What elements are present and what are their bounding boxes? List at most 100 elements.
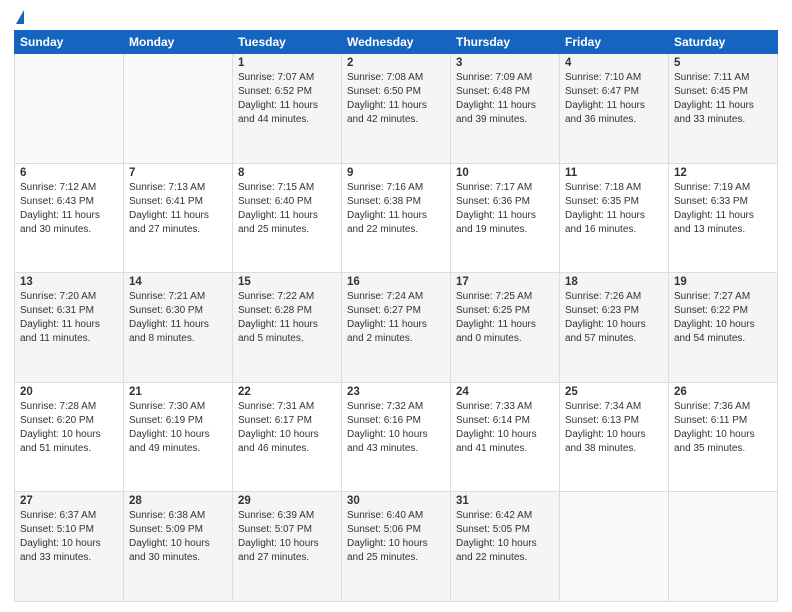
calendar-cell xyxy=(15,54,124,164)
day-number: 24 xyxy=(456,386,554,398)
calendar-cell: 13 Sunrise: 7:20 AM Sunset: 6:31 PM Dayli… xyxy=(15,273,124,383)
day-number: 29 xyxy=(238,495,336,507)
calendar-week-row: 20 Sunrise: 7:28 AM Sunset: 6:20 PM Dayli… xyxy=(15,382,778,492)
calendar-cell: 26 Sunrise: 7:36 AM Sunset: 6:11 PM Dayli… xyxy=(669,382,778,492)
day-number: 21 xyxy=(129,386,227,398)
calendar-header-row: SundayMondayTuesdayWednesdayThursdayFrid… xyxy=(15,31,778,54)
day-info: Sunrise: 7:07 AM Sunset: 6:52 PM Dayligh… xyxy=(238,71,336,127)
day-number: 18 xyxy=(565,276,663,288)
day-info: Sunrise: 7:15 AM Sunset: 6:40 PM Dayligh… xyxy=(238,181,336,237)
calendar-cell: 7Sunrise: 7:13 AM Sunset: 6:41 PM Daylig… xyxy=(124,163,233,273)
day-number: 2 xyxy=(347,57,445,69)
calendar-cell: 12 Sunrise: 7:19 AM Sunset: 6:33 PM Dayli… xyxy=(669,163,778,273)
day-info: Sunrise: 7:21 AM Sunset: 6:30 PM Dayligh… xyxy=(129,290,227,346)
calendar-cell: 10Sunrise: 7:17 AM Sunset: 6:36 PM Dayli… xyxy=(451,163,560,273)
calendar-cell: 31 Sunrise: 6:42 AM Sunset: 5:05 PM Dayli… xyxy=(451,492,560,602)
calendar-cell: 4 Sunrise: 7:10 AM Sunset: 6:47 PM Daylig… xyxy=(560,54,669,164)
day-number: 25 xyxy=(565,386,663,398)
day-info: Sunrise: 7:16 AM Sunset: 6:38 PM Dayligh… xyxy=(347,181,445,237)
day-number: 28 xyxy=(129,495,227,507)
day-info: Sunrise: 7:22 AM Sunset: 6:28 PM Dayligh… xyxy=(238,290,336,346)
weekday-header: Wednesday xyxy=(342,31,451,54)
calendar-cell: 21 Sunrise: 7:30 AM Sunset: 6:19 PM Dayli… xyxy=(124,382,233,492)
day-info: Sunrise: 7:34 AM Sunset: 6:13 PM Dayligh… xyxy=(565,400,663,456)
day-number: 12 xyxy=(674,167,772,179)
day-number: 27 xyxy=(20,495,118,507)
day-number: 14 xyxy=(129,276,227,288)
day-number: 3 xyxy=(456,57,554,69)
day-info: Sunrise: 7:36 AM Sunset: 6:11 PM Dayligh… xyxy=(674,400,772,456)
day-info: Sunrise: 7:30 AM Sunset: 6:19 PM Dayligh… xyxy=(129,400,227,456)
day-number: 17 xyxy=(456,276,554,288)
day-number: 20 xyxy=(20,386,118,398)
day-info: Sunrise: 7:12 AM Sunset: 6:43 PM Dayligh… xyxy=(20,181,118,237)
calendar-week-row: 1 Sunrise: 7:07 AM Sunset: 6:52 PM Daylig… xyxy=(15,54,778,164)
calendar-cell: 5 Sunrise: 7:11 AM Sunset: 6:45 PM Daylig… xyxy=(669,54,778,164)
calendar-cell: 23Sunrise: 7:32 AM Sunset: 6:16 PM Dayli… xyxy=(342,382,451,492)
day-info: Sunrise: 7:13 AM Sunset: 6:41 PM Dayligh… xyxy=(129,181,227,237)
day-number: 16 xyxy=(347,276,445,288)
weekday-header: Friday xyxy=(560,31,669,54)
calendar-week-row: 27Sunrise: 6:37 AM Sunset: 5:10 PM Dayli… xyxy=(15,492,778,602)
calendar-cell: 14 Sunrise: 7:21 AM Sunset: 6:30 PM Dayli… xyxy=(124,273,233,383)
day-number: 5 xyxy=(674,57,772,69)
day-info: Sunrise: 6:38 AM Sunset: 5:09 PM Dayligh… xyxy=(129,509,227,565)
day-number: 22 xyxy=(238,386,336,398)
calendar-cell: 15 Sunrise: 7:22 AM Sunset: 6:28 PM Dayli… xyxy=(233,273,342,383)
calendar-cell: 25 Sunrise: 7:34 AM Sunset: 6:13 PM Dayli… xyxy=(560,382,669,492)
calendar-cell: 29Sunrise: 6:39 AM Sunset: 5:07 PM Dayli… xyxy=(233,492,342,602)
day-info: Sunrise: 7:19 AM Sunset: 6:33 PM Dayligh… xyxy=(674,181,772,237)
header xyxy=(14,10,778,24)
calendar-cell: 1 Sunrise: 7:07 AM Sunset: 6:52 PM Daylig… xyxy=(233,54,342,164)
day-number: 6 xyxy=(20,167,118,179)
day-info: Sunrise: 7:08 AM Sunset: 6:50 PM Dayligh… xyxy=(347,71,445,127)
calendar-cell: 20 Sunrise: 7:28 AM Sunset: 6:20 PM Dayli… xyxy=(15,382,124,492)
calendar-cell: 8Sunrise: 7:15 AM Sunset: 6:40 PM Daylig… xyxy=(233,163,342,273)
day-info: Sunrise: 7:28 AM Sunset: 6:20 PM Dayligh… xyxy=(20,400,118,456)
day-info: Sunrise: 7:10 AM Sunset: 6:47 PM Dayligh… xyxy=(565,71,663,127)
day-number: 11 xyxy=(565,167,663,179)
day-info: Sunrise: 7:17 AM Sunset: 6:36 PM Dayligh… xyxy=(456,181,554,237)
calendar-cell: 16 Sunrise: 7:24 AM Sunset: 6:27 PM Dayli… xyxy=(342,273,451,383)
day-number: 31 xyxy=(456,495,554,507)
calendar-cell xyxy=(560,492,669,602)
weekday-header: Saturday xyxy=(669,31,778,54)
day-info: Sunrise: 7:33 AM Sunset: 6:14 PM Dayligh… xyxy=(456,400,554,456)
day-info: Sunrise: 6:40 AM Sunset: 5:06 PM Dayligh… xyxy=(347,509,445,565)
logo-icon xyxy=(16,10,24,24)
day-info: Sunrise: 7:11 AM Sunset: 6:45 PM Dayligh… xyxy=(674,71,772,127)
calendar-cell: 9 Sunrise: 7:16 AM Sunset: 6:38 PM Daylig… xyxy=(342,163,451,273)
day-number: 1 xyxy=(238,57,336,69)
day-number: 15 xyxy=(238,276,336,288)
calendar-cell: 2 Sunrise: 7:08 AM Sunset: 6:50 PM Daylig… xyxy=(342,54,451,164)
calendar-cell: 17 Sunrise: 7:25 AM Sunset: 6:25 PM Dayli… xyxy=(451,273,560,383)
calendar-cell xyxy=(669,492,778,602)
day-number: 26 xyxy=(674,386,772,398)
day-info: Sunrise: 7:31 AM Sunset: 6:17 PM Dayligh… xyxy=(238,400,336,456)
day-number: 4 xyxy=(565,57,663,69)
day-number: 19 xyxy=(674,276,772,288)
calendar-cell: 6 Sunrise: 7:12 AM Sunset: 6:43 PM Daylig… xyxy=(15,163,124,273)
weekday-header: Thursday xyxy=(451,31,560,54)
page: SundayMondayTuesdayWednesdayThursdayFrid… xyxy=(0,0,792,612)
day-info: Sunrise: 6:42 AM Sunset: 5:05 PM Dayligh… xyxy=(456,509,554,565)
calendar-cell: 3Sunrise: 7:09 AM Sunset: 6:48 PM Daylig… xyxy=(451,54,560,164)
day-number: 23 xyxy=(347,386,445,398)
day-info: Sunrise: 7:25 AM Sunset: 6:25 PM Dayligh… xyxy=(456,290,554,346)
calendar-cell: 22 Sunrise: 7:31 AM Sunset: 6:17 PM Dayli… xyxy=(233,382,342,492)
day-number: 13 xyxy=(20,276,118,288)
weekday-header: Sunday xyxy=(15,31,124,54)
weekday-header: Tuesday xyxy=(233,31,342,54)
calendar-cell: 11Sunrise: 7:18 AM Sunset: 6:35 PM Dayli… xyxy=(560,163,669,273)
day-info: Sunrise: 7:27 AM Sunset: 6:22 PM Dayligh… xyxy=(674,290,772,346)
day-info: Sunrise: 7:24 AM Sunset: 6:27 PM Dayligh… xyxy=(347,290,445,346)
day-number: 9 xyxy=(347,167,445,179)
calendar-cell: 30 Sunrise: 6:40 AM Sunset: 5:06 PM Dayli… xyxy=(342,492,451,602)
day-number: 30 xyxy=(347,495,445,507)
calendar-cell: 28 Sunrise: 6:38 AM Sunset: 5:09 PM Dayli… xyxy=(124,492,233,602)
calendar-week-row: 13 Sunrise: 7:20 AM Sunset: 6:31 PM Dayli… xyxy=(15,273,778,383)
calendar-cell: 18 Sunrise: 7:26 AM Sunset: 6:23 PM Dayli… xyxy=(560,273,669,383)
day-info: Sunrise: 7:26 AM Sunset: 6:23 PM Dayligh… xyxy=(565,290,663,346)
logo-text xyxy=(14,14,24,24)
day-info: Sunrise: 7:20 AM Sunset: 6:31 PM Dayligh… xyxy=(20,290,118,346)
